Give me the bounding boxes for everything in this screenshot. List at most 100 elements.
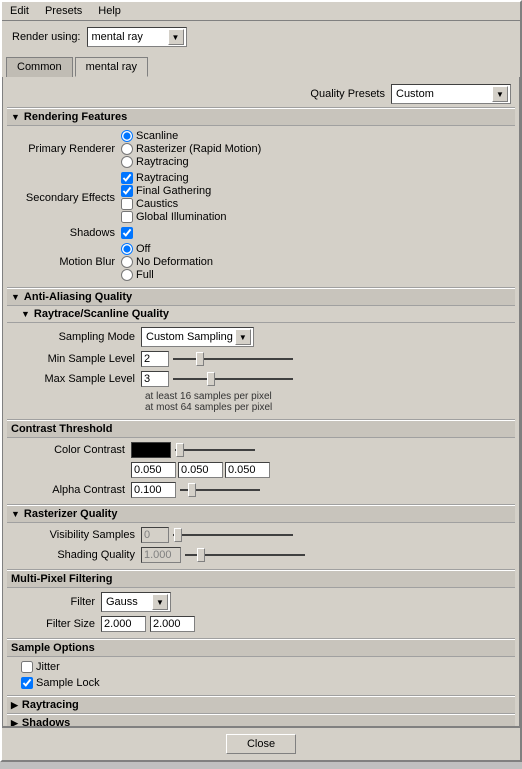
radio-rasterizer: Rasterizer (Rapid Motion) bbox=[121, 143, 261, 155]
color-contrast-values-row bbox=[21, 460, 511, 480]
raytrace-scanline-arrow: ▼ bbox=[21, 309, 30, 319]
menu-help[interactable]: Help bbox=[94, 4, 125, 18]
menu-edit[interactable]: Edit bbox=[6, 4, 33, 18]
max-sample-label: Max Sample Level bbox=[21, 373, 141, 385]
filter-arrow[interactable]: ▼ bbox=[152, 594, 168, 610]
filter-size-label: Filter Size bbox=[21, 618, 101, 630]
sample-lock-checkbox[interactable] bbox=[21, 677, 33, 689]
rendering-features-content: Primary Renderer Scanline Rasterizer (Ra… bbox=[7, 126, 515, 288]
radio-off-input[interactable] bbox=[121, 243, 133, 255]
alpha-contrast-input[interactable] bbox=[131, 482, 176, 498]
raytrace-scanline-title: Raytrace/Scanline Quality bbox=[34, 308, 169, 320]
menubar: Edit Presets Help bbox=[2, 2, 520, 21]
cb-global-illumination-input[interactable] bbox=[121, 211, 133, 223]
cb-raytracing-input[interactable] bbox=[121, 172, 133, 184]
shadows-section-arrow: ▶ bbox=[11, 718, 18, 728]
alpha-contrast-label: Alpha Contrast bbox=[21, 484, 131, 496]
rendering-features-title: Rendering Features bbox=[24, 111, 127, 123]
note-max: at most 64 samples per pixel bbox=[141, 402, 272, 413]
min-sample-label: Min Sample Level bbox=[21, 353, 141, 365]
multi-pixel-header[interactable]: Multi-Pixel Filtering bbox=[7, 570, 515, 588]
secondary-effects-row: Secondary Effects Raytracing Final Gathe… bbox=[11, 170, 511, 225]
filter-size-h[interactable] bbox=[150, 616, 195, 632]
shadows-label: Shadows bbox=[11, 227, 121, 239]
radio-full-input[interactable] bbox=[121, 269, 133, 281]
anti-aliasing-header[interactable]: ▼ Anti-Aliasing Quality bbox=[7, 288, 515, 306]
max-sample-input[interactable] bbox=[141, 371, 169, 387]
close-button[interactable]: Close bbox=[226, 734, 296, 754]
radio-raytracing-input[interactable] bbox=[121, 156, 133, 168]
tabs-row: Common mental ray bbox=[2, 53, 520, 77]
jitter-label: Jitter bbox=[36, 661, 60, 673]
raytrace-scanline-content: Sampling Mode Custom Sampling ▼ Min Samp… bbox=[7, 323, 515, 420]
sample-options-header[interactable]: Sample Options bbox=[7, 639, 515, 657]
radio-scanline: Scanline bbox=[121, 130, 261, 142]
multi-pixel-content: Filter Gauss ▼ Filter Size bbox=[7, 588, 515, 639]
cb-final-gathering-label: Final Gathering bbox=[136, 185, 211, 197]
radio-full-label: Full bbox=[136, 269, 154, 281]
cb-final-gathering-input[interactable] bbox=[121, 185, 133, 197]
radio-raytracing-label: Raytracing bbox=[136, 156, 189, 168]
tab-mental-ray[interactable]: mental ray bbox=[75, 57, 148, 77]
menu-presets[interactable]: Presets bbox=[41, 4, 86, 18]
rendering-features-header[interactable]: ▼ Rendering Features bbox=[7, 108, 515, 126]
color-contrast-b[interactable] bbox=[225, 462, 270, 478]
color-contrast-swatch[interactable] bbox=[131, 442, 171, 458]
rasterizer-quality-content: Visibility Samples Shading Quality bbox=[7, 523, 515, 570]
visibility-samples-row: Visibility Samples bbox=[21, 525, 511, 545]
cb-final-gathering: Final Gathering bbox=[121, 185, 227, 197]
sample-options-title: Sample Options bbox=[11, 642, 95, 654]
color-contrast-g[interactable] bbox=[178, 462, 223, 478]
render-using-arrow[interactable]: ▼ bbox=[168, 29, 184, 45]
visibility-samples-input[interactable] bbox=[141, 527, 169, 543]
alpha-contrast-slider[interactable] bbox=[180, 489, 260, 491]
contrast-threshold-header[interactable]: Contrast Threshold bbox=[7, 420, 515, 438]
primary-renderer-group: Scanline Rasterizer (Rapid Motion) Raytr… bbox=[121, 130, 261, 168]
max-sample-slider[interactable] bbox=[173, 378, 293, 380]
shading-quality-slider[interactable] bbox=[185, 554, 305, 556]
cb-raytracing-label: Raytracing bbox=[136, 172, 189, 184]
motion-blur-row: Motion Blur Off No Deformation Full bbox=[11, 241, 511, 283]
radio-off-label: Off bbox=[136, 243, 150, 255]
filter-label: Filter bbox=[21, 596, 101, 608]
filter-row: Filter Gauss ▼ bbox=[21, 590, 511, 614]
shadows-checkbox[interactable] bbox=[121, 227, 133, 239]
radio-no-deformation-input[interactable] bbox=[121, 256, 133, 268]
render-using-label: Render using: bbox=[12, 31, 81, 43]
raytrace-scanline-header[interactable]: ▼ Raytrace/Scanline Quality bbox=[7, 306, 515, 323]
jitter-checkbox[interactable] bbox=[21, 661, 33, 673]
raytracing-header[interactable]: ▶ Raytracing bbox=[7, 696, 515, 714]
quality-presets-dropdown[interactable]: Custom ▼ bbox=[391, 84, 511, 104]
sampling-mode-dropdown[interactable]: Custom Sampling ▼ bbox=[141, 327, 254, 347]
jitter-row: Jitter bbox=[21, 659, 511, 675]
min-sample-input[interactable] bbox=[141, 351, 169, 367]
cb-caustics-input[interactable] bbox=[121, 198, 133, 210]
contrast-threshold-content: Color Contrast Alpha Contrast bbox=[7, 438, 515, 505]
radio-no-deformation-label: No Deformation bbox=[136, 256, 213, 268]
color-contrast-label: Color Contrast bbox=[21, 444, 131, 456]
secondary-effects-group: Raytracing Final Gathering Caustics Glob… bbox=[121, 172, 227, 223]
radio-rasterizer-input[interactable] bbox=[121, 143, 133, 155]
rasterizer-quality-header[interactable]: ▼ Rasterizer Quality bbox=[7, 505, 515, 523]
filter-dropdown[interactable]: Gauss ▼ bbox=[101, 592, 171, 612]
render-using-dropdown[interactable]: mental ray ▼ bbox=[87, 27, 187, 47]
bottom-bar: Close bbox=[2, 727, 520, 760]
shadows-section-header[interactable]: ▶ Shadows bbox=[7, 714, 515, 727]
rasterizer-quality-arrow: ▼ bbox=[11, 509, 20, 519]
shading-quality-label: Shading Quality bbox=[21, 549, 141, 561]
quality-presets-arrow[interactable]: ▼ bbox=[492, 86, 508, 102]
radio-scanline-input[interactable] bbox=[121, 130, 133, 142]
sampling-mode-arrow[interactable]: ▼ bbox=[235, 329, 251, 345]
num-samples-notes: at least 16 samples per pixel at most 64… bbox=[21, 389, 511, 415]
shading-quality-input[interactable] bbox=[141, 547, 181, 563]
min-sample-slider[interactable] bbox=[173, 358, 293, 360]
tab-common[interactable]: Common bbox=[6, 57, 73, 77]
color-contrast-r[interactable] bbox=[131, 462, 176, 478]
content-area[interactable]: Quality Presets Custom ▼ ▼ Rendering Fea… bbox=[2, 77, 520, 727]
color-contrast-slider[interactable] bbox=[175, 449, 255, 451]
filter-size-w[interactable] bbox=[101, 616, 146, 632]
visibility-samples-label: Visibility Samples bbox=[21, 529, 141, 541]
raytracing-title: Raytracing bbox=[22, 699, 79, 711]
color-contrast-triple bbox=[131, 462, 270, 478]
visibility-samples-slider[interactable] bbox=[173, 534, 293, 536]
